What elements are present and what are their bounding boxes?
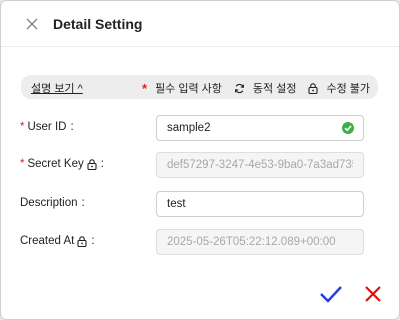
- cancel-button[interactable]: [360, 281, 386, 307]
- refresh-icon: [234, 83, 245, 94]
- user-id-label: * User ID :: [20, 121, 74, 133]
- created-at-label: Created At :: [20, 235, 95, 247]
- user-id-row: * User ID :: [1, 115, 399, 141]
- created-at-input: [156, 229, 364, 255]
- description-input[interactable]: [156, 191, 364, 217]
- description-row: Description :: [1, 191, 399, 217]
- lock-icon: [87, 158, 97, 170]
- legend-items: * 필수 입력 사항 동적 설정 수정 불가: [142, 80, 370, 96]
- legend-required-label: 필수 입력 사항: [155, 83, 222, 95]
- created-at-label-text: Created At: [20, 235, 75, 247]
- dialog-header: Detail Setting: [1, 1, 399, 47]
- created-at-row: Created At :: [1, 229, 399, 255]
- description-label: Description :: [20, 197, 85, 209]
- lock-icon: [308, 82, 319, 94]
- required-star-icon: *: [142, 80, 148, 96]
- confirm-button[interactable]: [318, 281, 344, 307]
- dialog-title: Detail Setting: [53, 16, 143, 32]
- lock-icon: [77, 235, 87, 247]
- user-id-input[interactable]: [156, 115, 364, 141]
- secret-key-label: * Secret Key :: [20, 158, 104, 170]
- legend-bar: 설명 보기 ^ * 필수 입력 사항 동적 설정 수정 불가: [21, 75, 378, 99]
- check-circle-icon: [342, 122, 354, 134]
- legend-dynamic-label: 동적 설정: [252, 83, 297, 95]
- required-star-icon: *: [20, 121, 25, 133]
- secret-key-label-text: Secret Key: [27, 158, 84, 170]
- detail-setting-dialog: Detail Setting 설명 보기 ^ * 필수 입력 사항 동적 설정: [0, 0, 400, 320]
- x-icon: [365, 286, 381, 302]
- description-label-text: Description: [20, 197, 78, 209]
- close-icon[interactable]: [22, 14, 42, 34]
- user-id-label-text: User ID: [27, 121, 67, 133]
- legend-readonly-label: 수정 불가: [326, 83, 370, 95]
- secret-key-input: [156, 152, 364, 178]
- show-description-toggle[interactable]: 설명 보기 ^: [31, 80, 83, 96]
- checkmark-icon: [320, 286, 342, 303]
- required-star-icon: *: [20, 158, 25, 170]
- secret-key-row: * Secret Key :: [1, 152, 399, 178]
